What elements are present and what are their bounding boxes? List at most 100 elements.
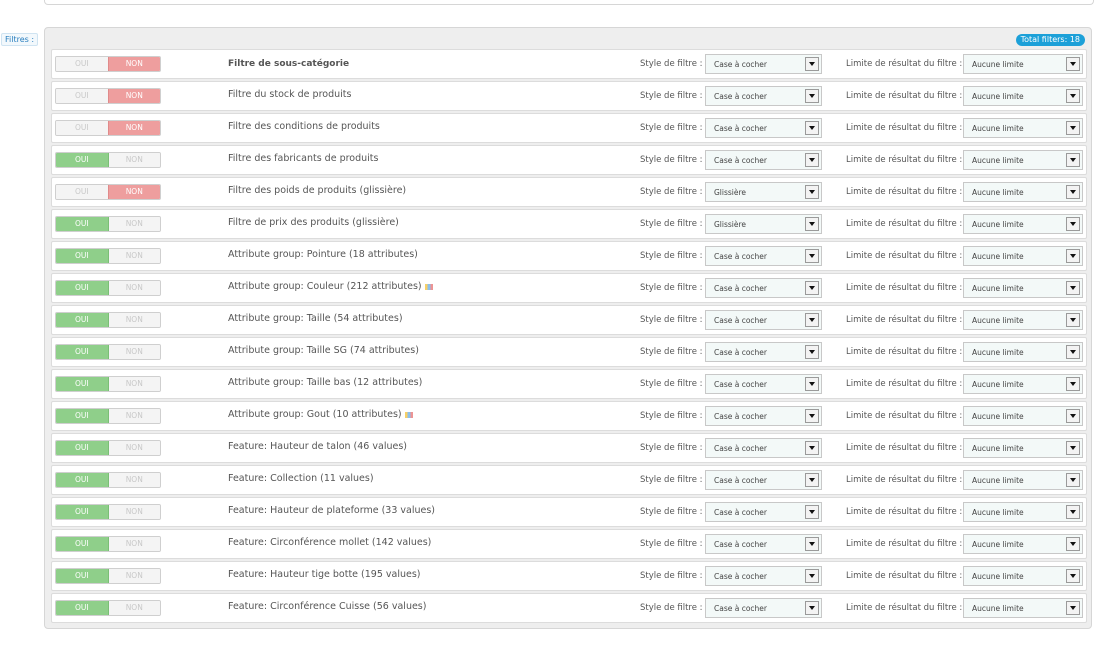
chevron-down-icon[interactable] — [805, 537, 819, 551]
chevron-down-icon[interactable] — [1066, 121, 1080, 135]
filter-limit-select[interactable]: Aucune limite — [963, 598, 1083, 618]
switch-non[interactable]: NON — [107, 57, 160, 71]
switch-oui[interactable]: OUI — [56, 505, 109, 519]
filter-limit-select[interactable]: Aucune limite — [963, 406, 1083, 426]
chevron-down-icon[interactable] — [805, 505, 819, 519]
enable-switch[interactable]: OUI NON — [55, 408, 161, 424]
filter-limit-select[interactable]: Aucune limite — [963, 246, 1083, 266]
enable-switch[interactable]: OUI NON — [55, 600, 161, 616]
filter-style-select[interactable]: Case à cocher — [705, 470, 822, 490]
chevron-down-icon[interactable] — [805, 249, 819, 263]
filter-limit-select[interactable]: Aucune limite — [963, 118, 1083, 138]
enable-switch[interactable]: OUI NON — [55, 312, 161, 328]
chevron-down-icon[interactable] — [805, 409, 819, 423]
switch-oui[interactable]: OUI — [56, 57, 108, 71]
chevron-down-icon[interactable] — [805, 377, 819, 391]
enable-switch[interactable]: OUI NON — [55, 88, 161, 104]
switch-non[interactable]: NON — [108, 569, 160, 583]
switch-non[interactable]: NON — [108, 377, 160, 391]
switch-non[interactable]: NON — [107, 185, 160, 199]
switch-non[interactable]: NON — [108, 537, 160, 551]
chevron-down-icon[interactable] — [805, 345, 819, 359]
switch-non[interactable]: NON — [107, 89, 160, 103]
switch-non[interactable]: NON — [108, 505, 160, 519]
switch-oui[interactable]: OUI — [56, 89, 108, 103]
chevron-down-icon[interactable] — [805, 601, 819, 615]
switch-oui[interactable]: OUI — [56, 601, 109, 615]
filter-limit-select[interactable]: Aucune limite — [963, 502, 1083, 522]
switch-oui[interactable]: OUI — [56, 409, 109, 423]
chevron-down-icon[interactable] — [1066, 473, 1080, 487]
switch-oui[interactable]: OUI — [56, 249, 109, 263]
filter-style-select[interactable]: Glissière — [705, 214, 822, 234]
filter-limit-select[interactable]: Aucune limite — [963, 150, 1083, 170]
filter-style-select[interactable]: Case à cocher — [705, 310, 822, 330]
chevron-down-icon[interactable] — [1066, 569, 1080, 583]
filter-style-select[interactable]: Case à cocher — [705, 534, 822, 554]
filter-limit-select[interactable]: Aucune limite — [963, 374, 1083, 394]
switch-non[interactable]: NON — [108, 313, 160, 327]
chevron-down-icon[interactable] — [805, 121, 819, 135]
switch-oui[interactable]: OUI — [56, 441, 109, 455]
filter-style-select[interactable]: Case à cocher — [705, 502, 822, 522]
chevron-down-icon[interactable] — [805, 281, 819, 295]
chevron-down-icon[interactable] — [1066, 377, 1080, 391]
filter-limit-select[interactable]: Aucune limite — [963, 86, 1083, 106]
switch-oui[interactable]: OUI — [56, 473, 109, 487]
filter-limit-select[interactable]: Aucune limite — [963, 438, 1083, 458]
filter-limit-select[interactable]: Aucune limite — [963, 342, 1083, 362]
chevron-down-icon[interactable] — [1066, 537, 1080, 551]
chevron-down-icon[interactable] — [1066, 217, 1080, 231]
filter-limit-select[interactable]: Aucune limite — [963, 278, 1083, 298]
chevron-down-icon[interactable] — [805, 57, 819, 71]
switch-oui[interactable]: OUI — [56, 121, 108, 135]
filter-style-select[interactable]: Case à cocher — [705, 86, 822, 106]
switch-oui[interactable]: OUI — [56, 153, 109, 167]
switch-non[interactable]: NON — [108, 441, 160, 455]
chevron-down-icon[interactable] — [805, 473, 819, 487]
chevron-down-icon[interactable] — [1066, 57, 1080, 71]
switch-non[interactable]: NON — [108, 153, 160, 167]
chevron-down-icon[interactable] — [1066, 505, 1080, 519]
chevron-down-icon[interactable] — [805, 185, 819, 199]
chevron-down-icon[interactable] — [805, 217, 819, 231]
switch-oui[interactable]: OUI — [56, 569, 109, 583]
filter-style-select[interactable]: Glissière — [705, 182, 822, 202]
chevron-down-icon[interactable] — [1066, 409, 1080, 423]
filter-style-select[interactable]: Case à cocher — [705, 438, 822, 458]
enable-switch[interactable]: OUI NON — [55, 120, 161, 136]
switch-oui[interactable]: OUI — [56, 281, 109, 295]
switch-non[interactable]: NON — [108, 281, 160, 295]
enable-switch[interactable]: OUI NON — [55, 280, 161, 296]
enable-switch[interactable]: OUI NON — [55, 472, 161, 488]
switch-oui[interactable]: OUI — [56, 313, 109, 327]
filter-style-select[interactable]: Case à cocher — [705, 246, 822, 266]
chevron-down-icon[interactable] — [805, 569, 819, 583]
chevron-down-icon[interactable] — [1066, 313, 1080, 327]
chevron-down-icon[interactable] — [1066, 249, 1080, 263]
switch-oui[interactable]: OUI — [56, 185, 108, 199]
enable-switch[interactable]: OUI NON — [55, 184, 161, 200]
filter-style-select[interactable]: Case à cocher — [705, 566, 822, 586]
filter-limit-select[interactable]: Aucune limite — [963, 54, 1083, 74]
switch-oui[interactable]: OUI — [56, 377, 109, 391]
switch-non[interactable]: NON — [107, 121, 160, 135]
filter-style-select[interactable]: Case à cocher — [705, 374, 822, 394]
filter-limit-select[interactable]: Aucune limite — [963, 182, 1083, 202]
filter-style-select[interactable]: Case à cocher — [705, 406, 822, 426]
enable-switch[interactable]: OUI NON — [55, 568, 161, 584]
enable-switch[interactable]: OUI NON — [55, 216, 161, 232]
filter-limit-select[interactable]: Aucune limite — [963, 566, 1083, 586]
chevron-down-icon[interactable] — [805, 313, 819, 327]
chevron-down-icon[interactable] — [1066, 153, 1080, 167]
filter-limit-select[interactable]: Aucune limite — [963, 214, 1083, 234]
enable-switch[interactable]: OUI NON — [55, 376, 161, 392]
filter-style-select[interactable]: Case à cocher — [705, 150, 822, 170]
enable-switch[interactable]: OUI NON — [55, 248, 161, 264]
enable-switch[interactable]: OUI NON — [55, 440, 161, 456]
chevron-down-icon[interactable] — [1066, 601, 1080, 615]
switch-non[interactable]: NON — [108, 217, 160, 231]
filter-style-select[interactable]: Case à cocher — [705, 342, 822, 362]
enable-switch[interactable]: OUI NON — [55, 504, 161, 520]
chevron-down-icon[interactable] — [1066, 185, 1080, 199]
